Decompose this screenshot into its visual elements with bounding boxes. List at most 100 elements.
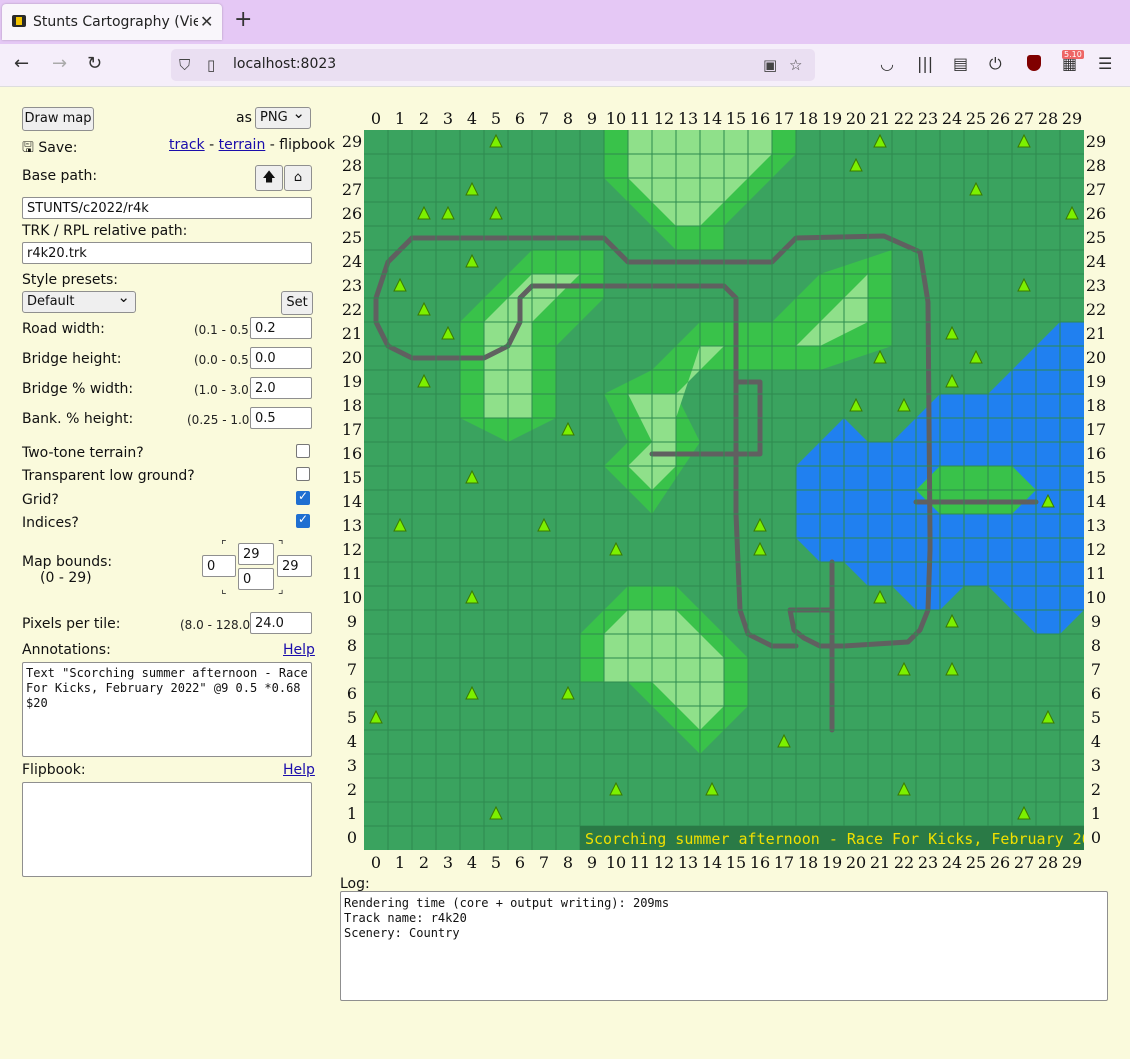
row-index: 2 xyxy=(346,780,358,799)
screen-icon[interactable]: ▣ xyxy=(763,56,777,74)
shield-icon[interactable]: ⛉ xyxy=(179,56,190,74)
log-output[interactable]: Rendering time (core + output writing): … xyxy=(340,891,1108,1001)
column-index: 8 xyxy=(562,853,574,872)
column-index: 17 xyxy=(773,853,795,872)
bound-ymax-input[interactable]: 29 xyxy=(238,543,274,565)
column-index: 10 xyxy=(605,853,627,872)
row-index: 25 xyxy=(341,228,363,247)
flipbook-textarea[interactable] xyxy=(22,782,312,877)
annotations-help-link[interactable]: Help xyxy=(283,642,315,658)
row-index: 15 xyxy=(341,468,363,487)
bracket-bottom-right: ⌟ xyxy=(278,582,284,596)
url-text[interactable]: localhost:8023 xyxy=(233,56,336,72)
column-index: 3 xyxy=(442,853,454,872)
grid-checkbox[interactable] xyxy=(296,489,310,505)
column-index: 1 xyxy=(394,109,406,128)
row-index: 25 xyxy=(1085,228,1107,247)
column-index: 2 xyxy=(418,109,430,128)
column-index: 1 xyxy=(394,853,406,872)
power-icon[interactable]: ⏻ xyxy=(989,54,1002,74)
row-index: 20 xyxy=(341,348,363,367)
row-index: 21 xyxy=(1085,324,1107,343)
reload-icon[interactable]: ↻ xyxy=(87,53,102,74)
log-label: Log: xyxy=(340,876,370,892)
bound-xmax-input[interactable]: 29 xyxy=(277,555,312,577)
row-index: 9 xyxy=(1090,612,1102,631)
indices-checkbox[interactable] xyxy=(296,512,310,528)
pocket-icon[interactable]: ◡ xyxy=(880,54,894,73)
bound-ymin-input[interactable]: 0 xyxy=(238,568,274,590)
column-index: 12 xyxy=(653,853,675,872)
base-path-input[interactable]: STUNTS/c2022/r4k xyxy=(22,197,312,219)
style-preset-select[interactable]: Default xyxy=(22,287,136,313)
trk-path-input[interactable]: r4k20.trk xyxy=(22,242,312,264)
flipbook-help-link[interactable]: Help xyxy=(283,762,315,778)
address-bar[interactable]: ⛉ ▯ localhost:8023 ▣ ☆ xyxy=(171,49,815,81)
row-index: 23 xyxy=(341,276,363,295)
sidebar-icon[interactable]: ▤ xyxy=(953,54,968,73)
column-index: 16 xyxy=(749,109,771,128)
row-index: 29 xyxy=(341,132,363,151)
style-preset-value: Default xyxy=(27,294,75,309)
transparent-checkbox[interactable] xyxy=(296,467,310,481)
column-index: 3 xyxy=(442,109,454,128)
two-tone-checkbox[interactable] xyxy=(296,444,310,458)
road-width-input[interactable]: 0.2 xyxy=(250,317,312,339)
close-tab-icon[interactable]: ✕ xyxy=(200,12,213,31)
bracket-top-right: ⌝ xyxy=(278,538,284,552)
column-index: 26 xyxy=(989,109,1011,128)
favicon-icon xyxy=(12,15,26,27)
row-index: 26 xyxy=(1085,204,1107,223)
flipbook-label: Flipbook: xyxy=(22,762,86,778)
parent-dir-button[interactable]: 🡅 xyxy=(255,165,283,191)
column-index: 27 xyxy=(1013,109,1035,128)
set-button[interactable]: Set xyxy=(281,291,313,315)
row-index: 7 xyxy=(346,660,358,679)
library-icon[interactable]: ||| xyxy=(917,54,933,73)
home-button[interactable]: ⌂ xyxy=(284,165,312,191)
row-index: 13 xyxy=(1085,516,1107,535)
column-index: 19 xyxy=(821,853,843,872)
row-index: 11 xyxy=(341,564,363,583)
column-index: 7 xyxy=(538,853,550,872)
browser-tab[interactable]: Stunts Cartography (View ✕ xyxy=(2,4,222,40)
save-track-link[interactable]: track xyxy=(169,137,205,153)
column-index: 5 xyxy=(490,109,502,128)
track-map: Scorching summer afternoon - Race For Ki… xyxy=(364,130,1109,850)
forward-icon[interactable]: → xyxy=(52,53,67,74)
as-label: as xyxy=(236,110,252,126)
save-links: track - terrain - flipbook xyxy=(169,137,335,153)
format-select[interactable]: PNG xyxy=(255,103,311,129)
column-index: 11 xyxy=(629,109,651,128)
row-index: 6 xyxy=(1090,684,1102,703)
bridge-width-input[interactable]: 2.0 xyxy=(250,377,312,399)
bound-xmin-input[interactable]: 0 xyxy=(202,555,236,577)
row-index: 1 xyxy=(346,804,358,823)
back-icon[interactable]: ← xyxy=(14,53,29,74)
page-icon[interactable]: ▯ xyxy=(207,56,215,74)
row-index: 28 xyxy=(341,156,363,175)
row-index: 4 xyxy=(1090,732,1102,751)
column-index: 13 xyxy=(677,853,699,872)
row-index: 13 xyxy=(341,516,363,535)
pixels-per-tile-input[interactable]: 24.0 xyxy=(250,612,312,634)
column-index: 24 xyxy=(941,853,963,872)
menu-icon[interactable]: ☰ xyxy=(1098,54,1112,73)
annotations-textarea[interactable]: Text "Scorching summer afternoon - Race … xyxy=(22,662,312,757)
row-index: 8 xyxy=(346,636,358,655)
bridge-height-input[interactable]: 0.0 xyxy=(250,347,312,369)
bank-height-input[interactable]: 0.5 xyxy=(250,407,312,429)
row-index: 19 xyxy=(1085,372,1107,391)
ublock-icon[interactable] xyxy=(1027,55,1041,71)
bridge-height-label: Bridge height: xyxy=(22,351,122,367)
two-tone-label: Two-tone terrain? xyxy=(22,445,144,461)
column-index: 8 xyxy=(562,109,574,128)
column-index: 28 xyxy=(1037,853,1059,872)
draw-map-button[interactable]: Draw map xyxy=(22,107,94,131)
column-index: 0 xyxy=(370,109,382,128)
new-tab-icon[interactable]: + xyxy=(234,9,252,31)
column-index: 25 xyxy=(965,853,987,872)
save-terrain-link[interactable]: terrain xyxy=(219,137,266,153)
bookmark-star-icon[interactable]: ☆ xyxy=(789,56,802,74)
row-index: 22 xyxy=(341,300,363,319)
